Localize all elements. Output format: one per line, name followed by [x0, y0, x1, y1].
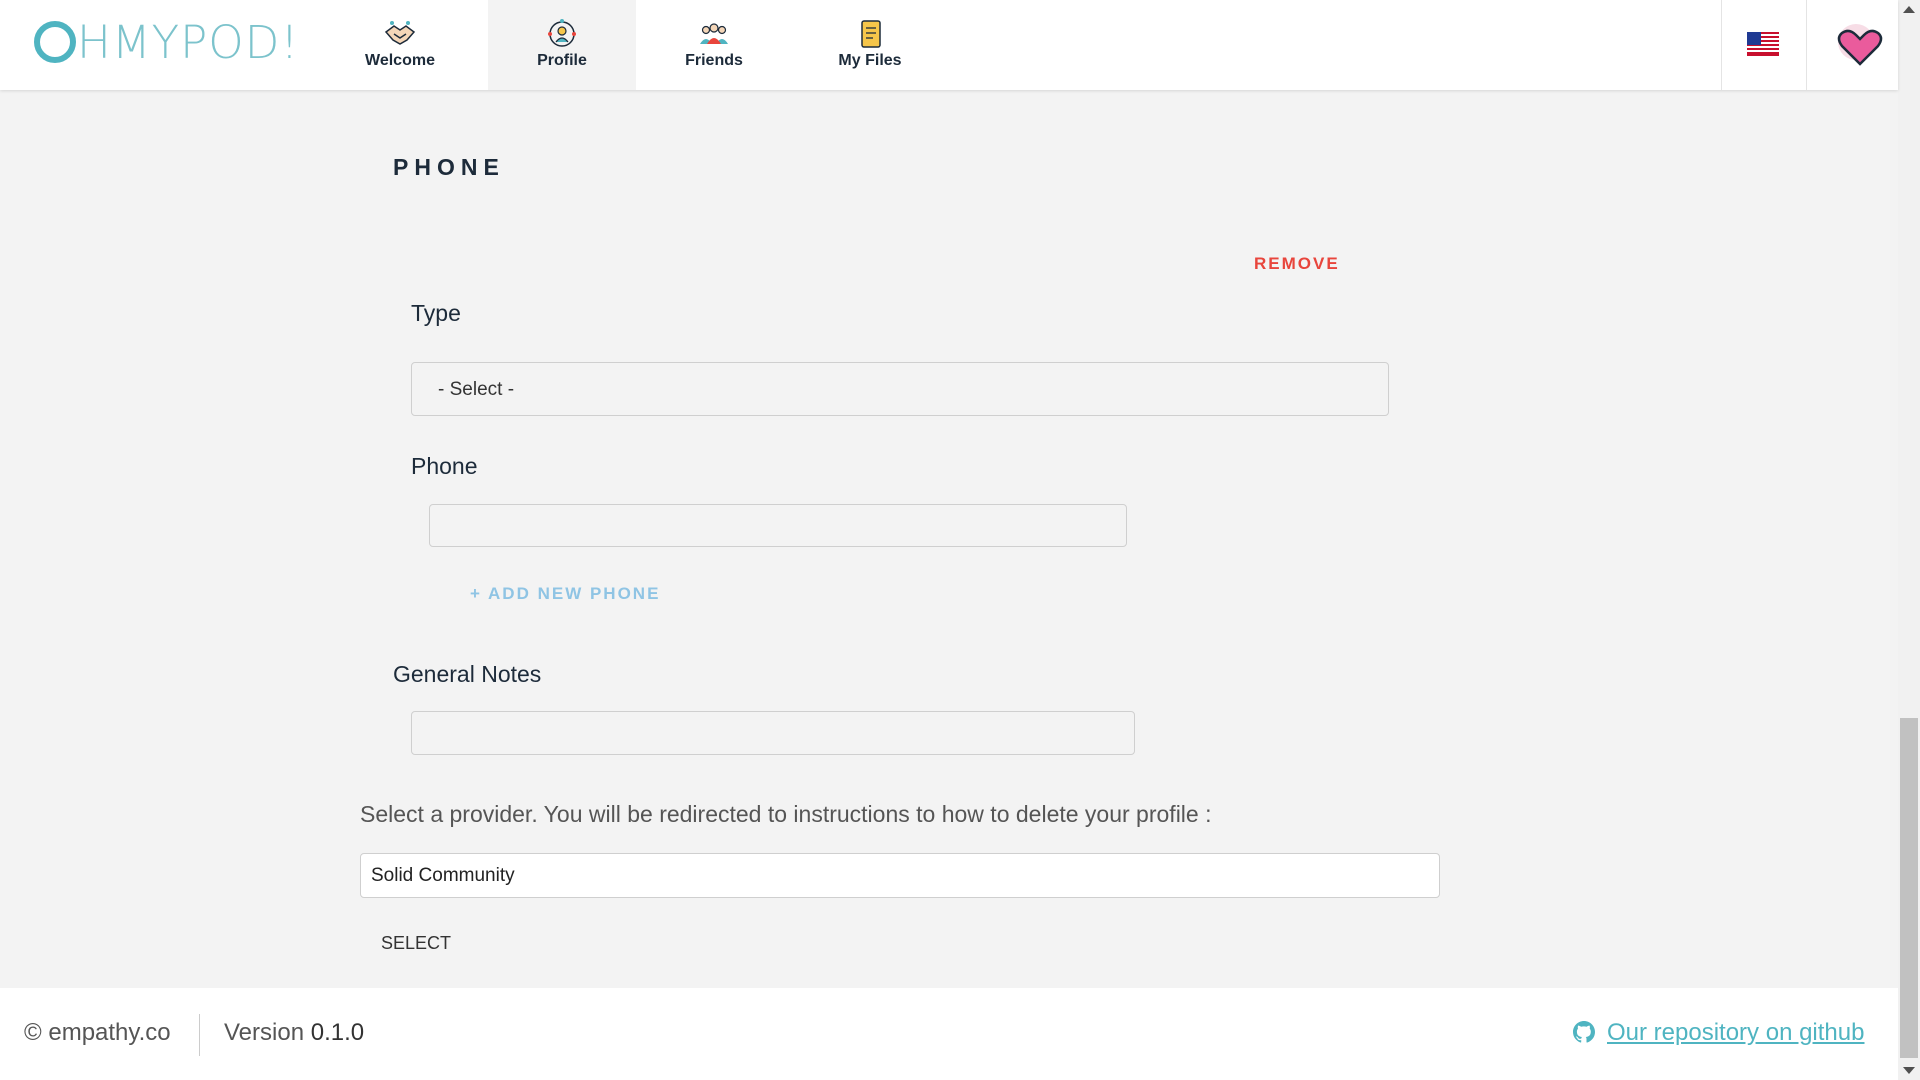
tab-my-files-label: My Files [838, 52, 902, 69]
add-new-phone-button[interactable]: + ADD NEW PHONE [470, 584, 660, 604]
friends-group-icon [700, 23, 728, 44]
remove-phone-button[interactable]: REMOVE [1254, 254, 1340, 274]
app-logo[interactable]: HMYPOD! [34, 18, 299, 68]
type-label: Type [411, 300, 461, 326]
document-files-icon [861, 20, 881, 48]
version-info: Version 0.1.0 [224, 1019, 364, 1047]
tab-profile[interactable]: Profile [488, 0, 636, 90]
general-notes-input[interactable] [411, 711, 1135, 755]
scroll-up-arrow-icon[interactable] [1903, 6, 1915, 13]
version-label: Version [224, 1019, 305, 1046]
phone-label: Phone [411, 453, 478, 479]
logo-text: HMYPOD! [77, 16, 300, 69]
phone-type-select[interactable]: - Select - [411, 362, 1389, 416]
profile-network-icon [548, 19, 576, 47]
header-divider [1721, 0, 1722, 90]
tab-welcome[interactable]: Welcome [326, 0, 474, 90]
vertical-scrollbar[interactable] [1898, 0, 1920, 1080]
logo-ring [34, 21, 76, 63]
version-number: 0.1.0 [310, 1019, 365, 1046]
header-divider [1806, 0, 1807, 90]
copyright-text: © empathy.co [24, 1019, 171, 1046]
tab-profile-label: Profile [537, 52, 587, 69]
provider-select[interactable]: Solid Community [360, 853, 1440, 898]
phone-input[interactable] [429, 504, 1127, 547]
general-notes-label: General Notes [393, 661, 542, 687]
select-provider-button[interactable]: SELECT [381, 933, 451, 954]
handshake-icon [384, 21, 416, 45]
heart-avatar-icon[interactable] [1832, 22, 1888, 70]
github-link-text: Our repository on github [1607, 1019, 1865, 1046]
us-flag-icon[interactable] [1747, 32, 1779, 56]
tab-friends[interactable]: Friends [640, 0, 788, 90]
footer-divider [199, 1014, 200, 1056]
scrollbar-thumb[interactable] [1900, 718, 1918, 1058]
provider-instruction: Select a provider. You will be redirecte… [360, 801, 1212, 827]
tab-my-files[interactable]: My Files [796, 0, 944, 90]
top-header: HMYPOD! Welcome Profile Friends My Files [0, 0, 1898, 90]
tab-welcome-label: Welcome [365, 52, 435, 69]
tab-friends-label: Friends [685, 52, 743, 69]
github-link[interactable]: Our repository on github [1572, 1019, 1864, 1047]
github-icon [1573, 1021, 1595, 1043]
phone-section-title: PHONE [393, 154, 505, 180]
scroll-down-arrow-icon[interactable] [1903, 1067, 1915, 1074]
